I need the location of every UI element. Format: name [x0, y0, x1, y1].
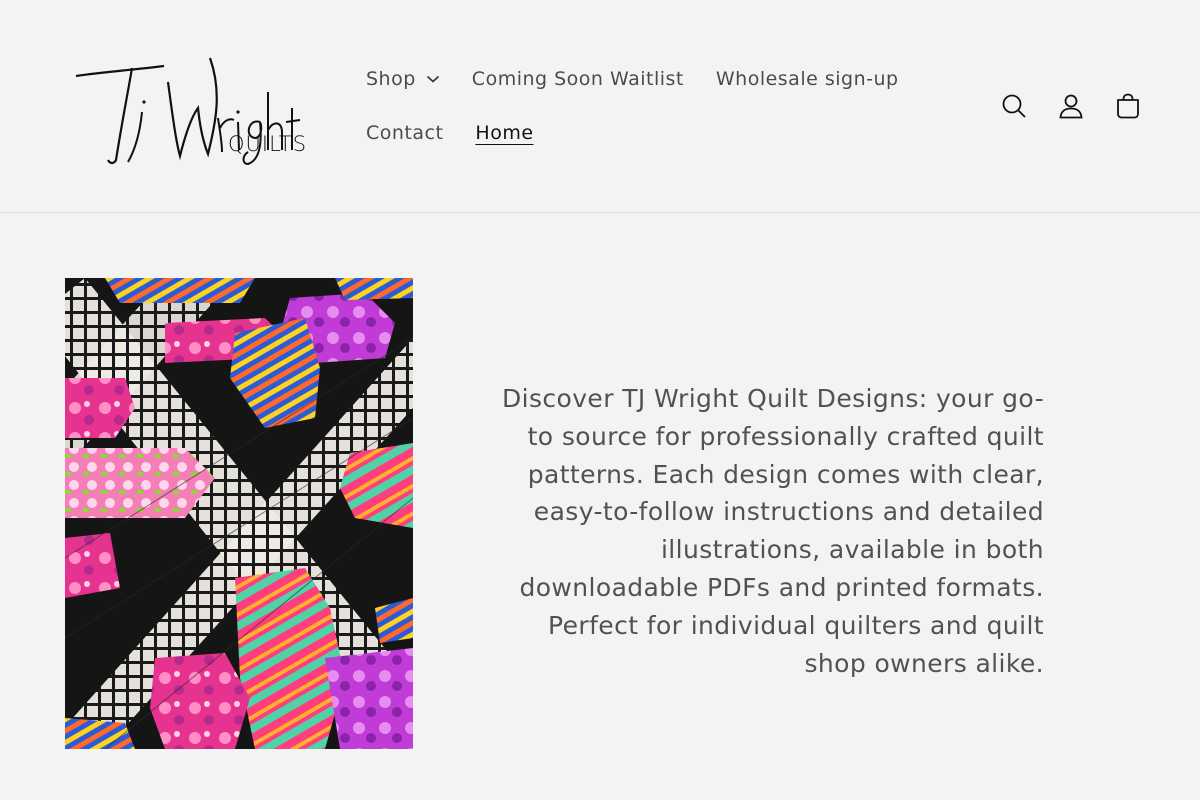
nav-row-1: Shop Coming Soon Waitlist Wholesale sign…	[366, 60, 926, 98]
account-icon	[1059, 94, 1083, 119]
hero-description: Discover TJ Wright Quilt Designs: your g…	[501, 384, 1044, 678]
header-icons	[979, 84, 1150, 128]
main-nav: Shop Coming Soon Waitlist Wholesale sign…	[366, 60, 926, 168]
cart-icon	[1117, 93, 1139, 119]
account-button[interactable]	[1049, 84, 1093, 128]
brand-logo[interactable]: QUILTS	[72, 52, 308, 168]
search-button[interactable]	[992, 84, 1036, 128]
nav-item-label: Wholesale sign-up	[715, 68, 899, 90]
chevron-down-icon	[426, 75, 439, 83]
nav-item-contact[interactable]: Contact	[366, 122, 443, 144]
nav-item-wholesale-sign-up[interactable]: Wholesale sign-up	[716, 68, 899, 90]
nav-row-2: Contact Home	[366, 114, 926, 152]
nav-item-label: Coming Soon Waitlist	[471, 68, 684, 90]
site-header: QUILTS Shop Coming Soon Waitlist Wholesa…	[0, 0, 1200, 213]
search-icon	[1002, 94, 1026, 118]
quilt-image	[65, 278, 413, 749]
nav-item-shop[interactable]: Shop	[366, 68, 440, 90]
hero-section: Discover TJ Wright Quilt Designs: your g…	[0, 213, 1200, 800]
logo-sub-text: QUILTS	[228, 132, 308, 156]
nav-item-home[interactable]: Home	[475, 122, 533, 144]
nav-item-label: Contact	[366, 122, 444, 144]
nav-item-label: Home	[475, 122, 534, 144]
nav-item-label: Shop	[366, 68, 416, 90]
nav-item-coming-soon-waitlist[interactable]: Coming Soon Waitlist	[472, 68, 684, 90]
cart-button[interactable]	[1106, 84, 1150, 128]
hero-image	[65, 278, 413, 749]
